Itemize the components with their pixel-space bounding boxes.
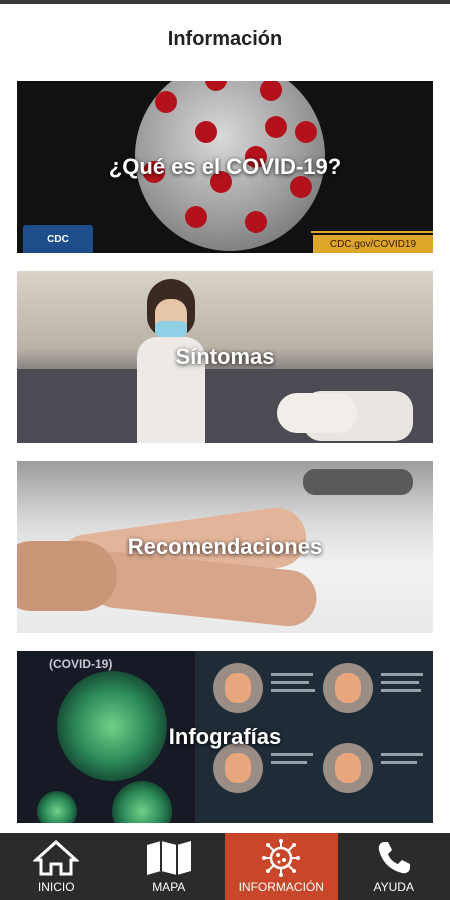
card-label: Infografías [168,724,282,749]
phone-icon [376,839,412,877]
card-label: ¿Qué es el COVID-19? [108,154,342,179]
map-icon [145,839,193,877]
card-label: Síntomas [175,344,275,369]
child-image [277,393,357,433]
cdc-logo: CDC [23,225,93,253]
card-what-is-covid[interactable]: CDC CDC.gov/COVID19 ¿Qué es el COVID-19? [17,81,433,253]
nav-item-ayuda[interactable]: AYUDA [338,833,450,900]
nav-item-informacion[interactable]: INFORMACIÓN [225,833,338,900]
card-infographics[interactable]: (COVID-19) Infografías [17,651,433,823]
page-title: Información [167,27,283,50]
faucet-image [303,469,413,495]
virus-image [112,781,172,823]
virus-image [37,791,77,823]
nav-label: INICIO [37,880,75,894]
card-recommendations[interactable]: Recomendaciones [17,461,433,633]
virus-icon [262,839,301,877]
nav-item-mapa[interactable]: MAPA [113,833,226,900]
nav-label: INFORMACIÓN [238,880,324,894]
nav-label: AYUDA [373,880,414,894]
card-label: Recomendaciones [127,534,323,559]
home-icon [33,839,80,877]
nav-label: MAPA [152,880,186,894]
bottom-nav: INICIO MAPA INFORMACIÓN AYUDA [0,833,450,900]
virus-image [57,671,167,781]
covid-tag: (COVID-19) [49,657,113,671]
cdc-url: CDC.gov/COVID19 [313,235,433,253]
nav-item-inicio[interactable]: INICIO [0,833,113,900]
forearm-image [17,541,117,611]
card-symptoms[interactable]: Síntomas [17,271,433,443]
